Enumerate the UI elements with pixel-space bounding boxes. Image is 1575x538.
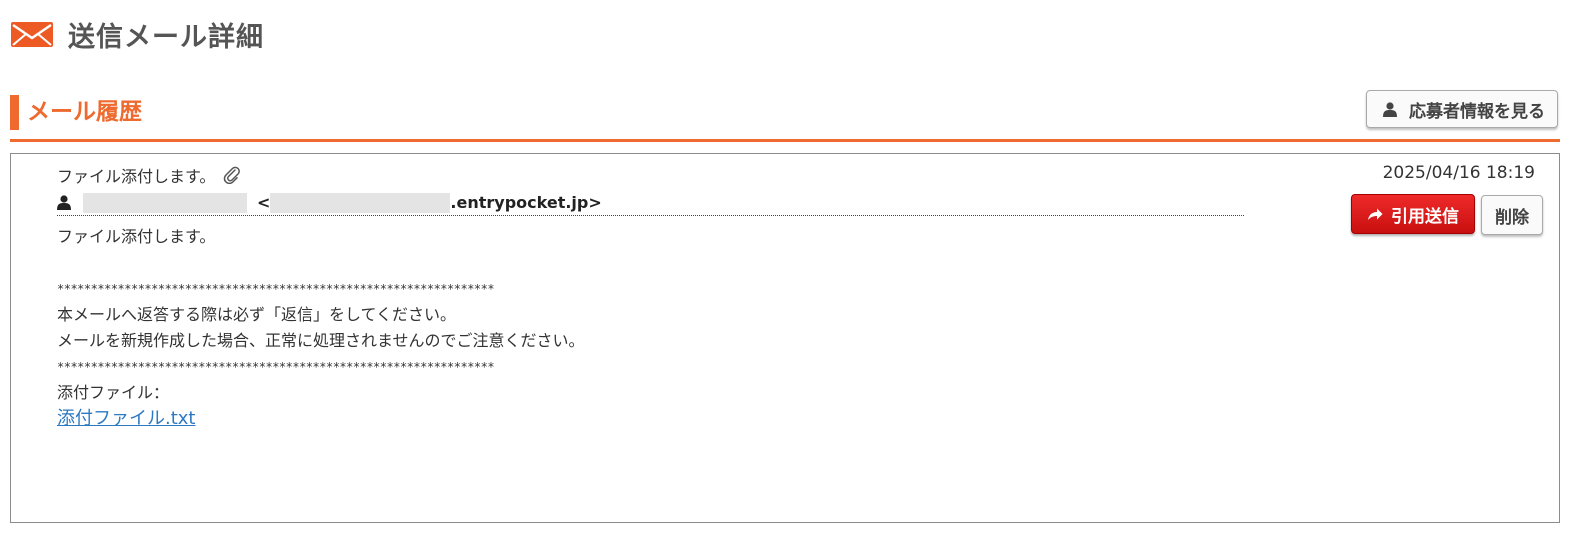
mail-body: ファイル添付します。 *****************************… [57, 224, 1257, 432]
user-icon [1383, 101, 1397, 117]
page-title: 送信メール詳細 [68, 21, 264, 53]
quote-reply-button[interactable]: 引用送信 [1351, 194, 1475, 234]
view-applicant-label: 応募者情報を見る [1409, 101, 1545, 122]
reply-arrow-icon [1368, 208, 1383, 220]
section-title: メール履歴 [27, 99, 142, 125]
delete-label: 削除 [1495, 207, 1529, 228]
body-line [57, 250, 1257, 276]
envelope-icon [11, 22, 53, 47]
mail-detail-panel: ファイル添付します。 2025/04/16 18:19 < .entrypock… [10, 153, 1560, 523]
delete-button[interactable]: 削除 [1481, 195, 1543, 235]
body-line: メールを新規作成した場合、正常に処理されませんのでご注意ください。 [57, 331, 585, 350]
user-icon [57, 195, 71, 210]
from-address-open: < [257, 193, 271, 212]
redacted-sender-name [83, 192, 247, 213]
section-header: メール履歴 応募者情報を見る [10, 90, 1560, 142]
attachment-link[interactable]: 添付ファイル.txt [57, 406, 196, 432]
from-address-domain: .entrypocket.jp> [450, 193, 602, 212]
body-line: 本メールへ返答する際は必ず「返信」をしてください。 [57, 305, 457, 324]
mail-from: < .entrypocket.jp> [57, 190, 1244, 216]
mail-subject: ファイル添付します。 [57, 163, 241, 187]
mail-date: 2025/04/16 18:19 [1382, 163, 1535, 183]
page-header: 送信メール詳細 [10, 14, 264, 54]
paperclip-icon [224, 166, 241, 184]
attachment-label: 添付ファイル： [57, 383, 170, 402]
view-applicant-button[interactable]: 応募者情報を見る [1366, 90, 1558, 128]
body-separator: ****************************************… [57, 360, 495, 374]
body-separator: ****************************************… [57, 282, 495, 296]
section-accent-bar [10, 95, 19, 130]
body-line: ファイル添付します。 [57, 227, 216, 246]
mail-subject-text: ファイル添付します。 [57, 167, 216, 186]
redacted-sender-address [270, 192, 451, 213]
quote-reply-label: 引用送信 [1391, 206, 1459, 227]
